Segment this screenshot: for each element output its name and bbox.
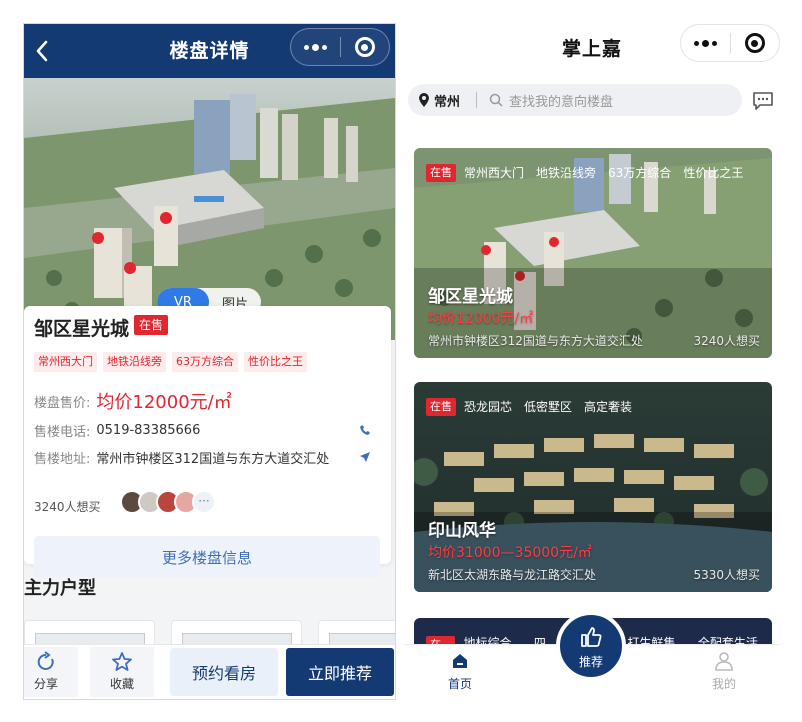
status-badge: 在售 xyxy=(134,315,169,335)
feature-tag: 常州西大门 xyxy=(464,166,525,180)
feature-tag: 地铁沿线旁 xyxy=(536,166,597,180)
buyer-avatars: ··· xyxy=(120,490,216,514)
city-selector[interactable]: 常州 xyxy=(434,91,460,110)
share-button[interactable]: 分享 xyxy=(24,647,78,697)
book-viewing-button[interactable]: 预约看房 xyxy=(170,648,278,696)
search-input[interactable]: 查找我的意向楼盘 xyxy=(509,91,613,110)
property-name: 邹区星光城 xyxy=(34,318,130,340)
target-ring-icon xyxy=(744,33,765,53)
tab-mine-label: 我的 xyxy=(711,677,736,691)
thumbs-up-icon xyxy=(581,627,602,647)
phone-row[interactable]: 售楼电话: 0519-83385666 xyxy=(34,421,200,440)
close-mini-program-button[interactable] xyxy=(341,29,390,65)
listing-address: 新北区太湖东路与龙江路交汇处 xyxy=(428,568,597,582)
feature-tag: 低密墅区 xyxy=(524,400,573,414)
price-label: 楼盘售价: xyxy=(34,395,91,411)
feature-tag: 性价比之王 xyxy=(244,352,307,372)
detail-header: 楼盘详情 xyxy=(24,24,395,78)
close-mini-program-button[interactable] xyxy=(731,25,780,61)
price-row: 楼盘售价: 均价12000元/㎡ xyxy=(34,388,232,414)
search-icon xyxy=(489,93,503,107)
status-badge: 在售 xyxy=(426,164,456,182)
recommend-now-button[interactable]: 立即推荐 xyxy=(286,648,394,696)
listing-want-count: 3240人想买 xyxy=(693,334,760,348)
listing-price: 均价31000—35000元/㎡ xyxy=(428,545,592,561)
favorite-button[interactable]: 收藏 xyxy=(90,647,154,697)
search-divider xyxy=(476,92,478,108)
more-dots-icon xyxy=(693,39,717,47)
listing-address: 常州市钟楼区312国道与东方大道交汇处 xyxy=(428,334,643,348)
location-pin-icon xyxy=(419,93,429,107)
share-label: 分享 xyxy=(33,677,58,691)
want-count: 3240人想买 xyxy=(34,500,101,514)
navigate-icon[interactable] xyxy=(359,451,371,463)
phone-label: 售楼电话: xyxy=(34,425,91,440)
feature-tag: 63万方综合 xyxy=(172,352,238,372)
more-dots-icon xyxy=(303,43,327,51)
status-badge: 在售 xyxy=(426,398,456,416)
floorplan-section-title: 主力户型 xyxy=(24,578,96,599)
feature-tag: 常州西大门 xyxy=(34,352,97,372)
tab-mine[interactable]: 我的 xyxy=(684,651,764,692)
recommend-tab-button[interactable]: 推荐 xyxy=(556,611,626,681)
listing-name: 印山风华 xyxy=(428,521,496,541)
listing-name: 邹区星光城 xyxy=(428,287,513,307)
mini-program-capsule xyxy=(680,24,780,62)
address-value: 常州市钟楼区312国道与东方大道交汇处 xyxy=(96,452,330,467)
feature-tag: 高定奢装 xyxy=(584,400,633,414)
more-menu-button[interactable] xyxy=(291,29,340,65)
phone-icon[interactable] xyxy=(359,424,371,436)
property-info-card: 邹区星光城 在售 常州西大门 地铁沿线旁 63万方综合 性价比之王 楼盘售价: … xyxy=(24,306,391,578)
phone-value: 0519-83385666 xyxy=(96,423,201,438)
feature-tags: 常州西大门 地铁沿线旁 63万方综合 性价比之王 xyxy=(34,352,307,372)
listing-tags: 在售 常州西大门 地铁沿线旁 63万方综合 性价比之王 xyxy=(426,164,747,182)
listing-card[interactable]: 在售 恐龙园芯 低密墅区 高定奢装 印山风华 均价31000—35000元/㎡ … xyxy=(414,382,772,592)
message-icon[interactable] xyxy=(752,91,774,111)
home-screen: 掌上嘉 常州 查找我的意向楼盘 在售 常州西大门 地铁沿线旁 63万方综合 性价… xyxy=(404,24,780,699)
share-icon xyxy=(37,651,54,670)
listing-want-count: 5330人想买 xyxy=(693,568,760,582)
property-hero-image[interactable]: VR 图片 xyxy=(24,78,395,340)
listing-card[interactable]: 在售 常州西大门 地铁沿线旁 63万方综合 性价比之王 邹区星光城 均价1200… xyxy=(414,148,772,358)
favorite-label: 收藏 xyxy=(109,677,134,691)
target-ring-icon xyxy=(354,37,375,57)
user-icon xyxy=(715,652,733,671)
more-info-button[interactable]: 更多楼盘信息 xyxy=(34,536,380,578)
address-label: 售楼地址: xyxy=(34,452,91,467)
mini-program-capsule xyxy=(290,28,390,66)
more-menu-button[interactable] xyxy=(681,25,730,61)
detail-bottom-bar: 分享 收藏 预约看房 立即推荐 xyxy=(24,644,395,699)
tab-home-label: 首页 xyxy=(447,677,472,691)
tab-home[interactable]: 首页 xyxy=(420,651,500,692)
more-avatars-icon: ··· xyxy=(192,490,216,514)
address-row[interactable]: 售楼地址: 常州市钟楼区312国道与东方大道交汇处 xyxy=(34,448,329,467)
feature-tag: 性价比之王 xyxy=(683,166,744,180)
recommend-tab-label: 推荐 xyxy=(578,655,603,669)
search-bar: 常州 查找我的意向楼盘 xyxy=(408,84,742,116)
feature-tag: 恐龙园芯 xyxy=(464,400,513,414)
property-detail-screen: 楼盘详情 VR 图片 邹区星光城 在售 常州西大门 地铁沿线旁 63万方综合 性… xyxy=(24,24,395,699)
feature-tag: 地铁沿线旁 xyxy=(103,352,166,372)
feature-tag: 63万方综合 xyxy=(608,166,672,180)
listing-price: 均价12000元/㎡ xyxy=(428,311,534,327)
price-value: 均价12000元/㎡ xyxy=(96,392,232,413)
star-icon xyxy=(112,652,132,671)
home-icon xyxy=(453,654,467,668)
screenshot-stage: 楼盘详情 VR 图片 邹区星光城 在售 常州西大门 地铁沿线旁 63万方综合 性… xyxy=(0,0,802,722)
listing-tags: 在售 恐龙园芯 低密墅区 高定奢装 xyxy=(426,398,636,416)
